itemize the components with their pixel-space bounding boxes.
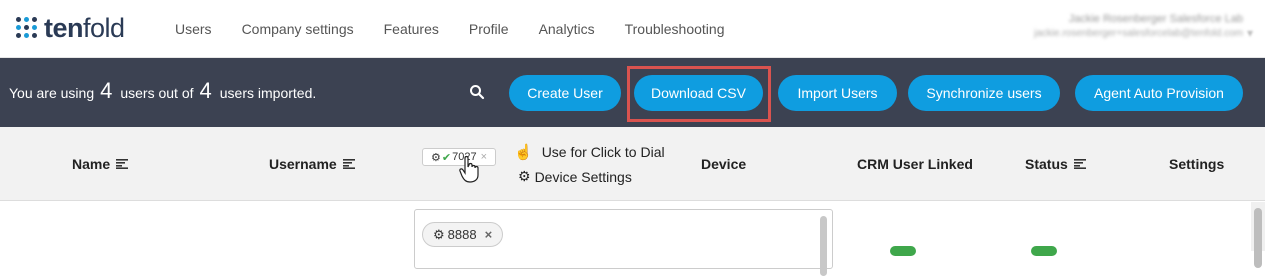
nav-users[interactable]: Users <box>175 21 212 37</box>
agent-auto-provision-button[interactable]: Agent Auto Provision <box>1075 75 1243 111</box>
sort-icon[interactable] <box>342 159 355 169</box>
gear-icon: ⚙ <box>431 151 441 164</box>
device-settings-legend: ⚙ Device Settings <box>518 168 632 185</box>
tenfold-logo[interactable]: tenfold <box>16 13 125 43</box>
column-header-status[interactable]: Status <box>1025 156 1086 172</box>
click-to-dial-legend: ☝ Use for Click to Dial <box>514 144 665 161</box>
nav-company-settings[interactable]: Company settings <box>242 21 354 37</box>
nav-profile[interactable]: Profile <box>469 21 509 37</box>
sort-icon[interactable] <box>1073 159 1086 169</box>
hand-pointer-icon <box>459 155 479 183</box>
download-csv-button[interactable]: Download CSV <box>634 75 763 111</box>
check-icon: ✔ <box>441 151 452 164</box>
device-chip[interactable]: ⚙ 8888 × <box>422 222 504 247</box>
sort-icon[interactable] <box>116 159 129 169</box>
gear-icon: ⚙ <box>518 168 531 184</box>
nav-troubleshooting[interactable]: Troubleshooting <box>625 21 725 37</box>
table-row: ⚙ 8888 × <box>0 202 1265 276</box>
column-header-name[interactable]: Name <box>72 156 129 172</box>
users-total-count: 4 <box>199 78 212 103</box>
page-scrollbar[interactable] <box>1251 202 1265 268</box>
users-toolbar: You are using 4 users out of 4 users imp… <box>0 58 1265 127</box>
user-menu[interactable]: Jackie Rosenberger Salesforce Lab jackie… <box>1034 13 1243 39</box>
create-user-button[interactable]: Create User <box>509 75 621 111</box>
table-header: Name Username ⚙ ✔ 7027 × ☝ Use for Click… <box>0 127 1265 201</box>
column-header-username[interactable]: Username <box>269 156 355 172</box>
user-email: jackie.rosenberger+salesforcelab@tenfold… <box>1034 28 1243 39</box>
user-name: Jackie Rosenberger Salesforce Lab <box>1068 13 1243 25</box>
chevron-down-icon[interactable]: ▾ <box>1247 26 1253 40</box>
remove-device-icon[interactable]: × <box>485 227 493 242</box>
scrollbar-thumb[interactable] <box>1254 208 1262 268</box>
column-header-device: Device <box>701 156 747 172</box>
users-used-count: 4 <box>100 78 113 103</box>
column-header-crm-user-linked: CRM User Linked <box>857 156 973 172</box>
status-toggle[interactable] <box>1031 246 1057 256</box>
main-nav: Users Company settings Features Profile … <box>175 0 754 58</box>
device-list-scrollbar[interactable] <box>820 216 827 276</box>
import-users-button[interactable]: Import Users <box>778 75 897 111</box>
usage-middle: users out of <box>120 85 194 101</box>
search-icon[interactable] <box>469 84 485 100</box>
hand-pointer-icon: ☝ <box>514 144 533 161</box>
device-select[interactable]: ⚙ 8888 × <box>414 209 833 276</box>
synchronize-users-button[interactable]: Synchronize users <box>908 75 1060 111</box>
top-navigation: tenfold Users Company settings Features … <box>0 0 1265 58</box>
gear-icon[interactable]: ⚙ <box>433 227 445 243</box>
usage-suffix: users imported. <box>219 85 317 101</box>
column-header-settings: Settings <box>1169 156 1225 172</box>
usage-summary: You are using 4 users out of 4 users imp… <box>9 78 316 104</box>
logo-dots-icon <box>16 17 38 39</box>
usage-prefix: You are using <box>9 85 95 101</box>
logo-text: tenfold <box>44 12 125 43</box>
crm-linked-toggle[interactable] <box>890 246 916 256</box>
nav-features[interactable]: Features <box>384 21 439 37</box>
nav-analytics[interactable]: Analytics <box>539 21 595 37</box>
